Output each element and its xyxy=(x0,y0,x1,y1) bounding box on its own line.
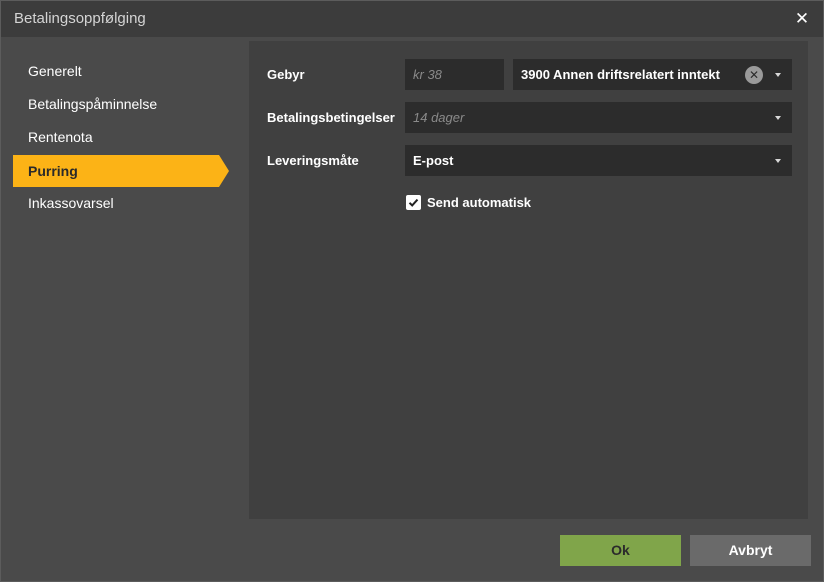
payment-followup-dialog: Betalingsoppfølging ✕ Generelt Betalings… xyxy=(0,0,824,582)
payment-terms-select[interactable]: 14 dager xyxy=(405,102,792,133)
fee-amount-input[interactable]: kr 38 xyxy=(405,59,504,90)
send-automatic-label: Send automatisk xyxy=(427,195,532,210)
chevron-down-icon[interactable] xyxy=(775,116,781,120)
cancel-button[interactable]: Avbryt xyxy=(690,535,811,566)
delivery-method-label: Leveringsmåte xyxy=(267,153,359,168)
title-bar: Betalingsoppfølging ✕ xyxy=(1,1,823,37)
sidebar-item-inkassovarsel[interactable]: Inkassovarsel xyxy=(13,187,219,219)
dialog-title: Betalingsoppfølging xyxy=(14,10,146,27)
fee-account-select[interactable]: 3900 Annen driftsrelatert inntekt ✕ xyxy=(513,59,792,90)
fee-label: Gebyr xyxy=(267,67,305,82)
settings-panel: Gebyr kr 38 3900 Annen driftsrelatert in… xyxy=(249,41,808,519)
sidebar-item-purring[interactable]: Purring xyxy=(13,155,229,187)
send-automatic-checkbox[interactable] xyxy=(406,195,421,210)
chevron-down-icon[interactable] xyxy=(775,73,781,77)
delivery-method-select[interactable]: E-post xyxy=(405,145,792,176)
ok-button[interactable]: Ok xyxy=(560,535,681,566)
sidebar-item-rentenota[interactable]: Rentenota xyxy=(13,121,219,153)
delivery-method-value: E-post xyxy=(413,153,454,168)
close-icon[interactable]: ✕ xyxy=(793,10,811,28)
sidebar-item-betalingspaminnelse[interactable]: Betalingspåminnelse xyxy=(13,88,219,120)
payment-terms-placeholder: 14 dager xyxy=(413,110,465,125)
sidebar: Generelt Betalingspåminnelse Rentenota P… xyxy=(1,41,249,519)
sidebar-item-generelt[interactable]: Generelt xyxy=(13,55,219,87)
payment-terms-label: Betalingsbetingelser xyxy=(267,110,395,125)
clear-icon[interactable]: ✕ xyxy=(745,66,763,84)
check-icon xyxy=(408,198,419,207)
chevron-down-icon[interactable] xyxy=(775,159,781,163)
fee-account-value: 3900 Annen driftsrelatert inntekt xyxy=(521,67,720,82)
